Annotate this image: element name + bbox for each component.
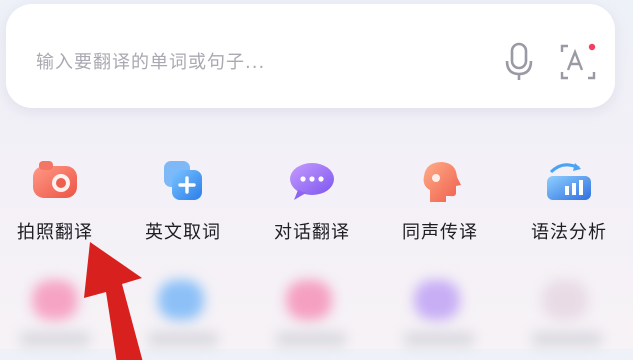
head-profile-icon: [423, 162, 461, 202]
camera-text-recognition-icon[interactable]: [558, 42, 598, 82]
tool-label: 对话翻译: [274, 222, 350, 243]
word-pick-icon: [164, 161, 202, 200]
tool-label: 同声传译: [402, 222, 478, 243]
tool-label: 拍照翻译: [17, 222, 93, 243]
search-card: 输入要翻译的单词或句子...: [6, 4, 615, 108]
tool-photo-translate[interactable]: 拍照翻译: [0, 152, 110, 252]
search-input[interactable]: 输入要翻译的单词或句子...: [36, 48, 436, 78]
blurred-tool-row: [0, 270, 633, 350]
chat-bubble-icon: [290, 163, 334, 200]
microphone-icon[interactable]: [503, 42, 535, 82]
tool-label: 语法分析: [531, 222, 607, 243]
camera-icon: [33, 161, 77, 198]
tool-simultaneous-interpretation[interactable]: 同声传译: [385, 152, 495, 252]
tool-label: 英文取词: [145, 222, 221, 243]
tool-dialogue-translate[interactable]: 对话翻译: [257, 152, 367, 252]
tool-word-pick[interactable]: 英文取词: [128, 152, 238, 252]
grammar-chart-icon: [547, 163, 591, 200]
tool-grammar-analysis[interactable]: 语法分析: [514, 152, 624, 252]
